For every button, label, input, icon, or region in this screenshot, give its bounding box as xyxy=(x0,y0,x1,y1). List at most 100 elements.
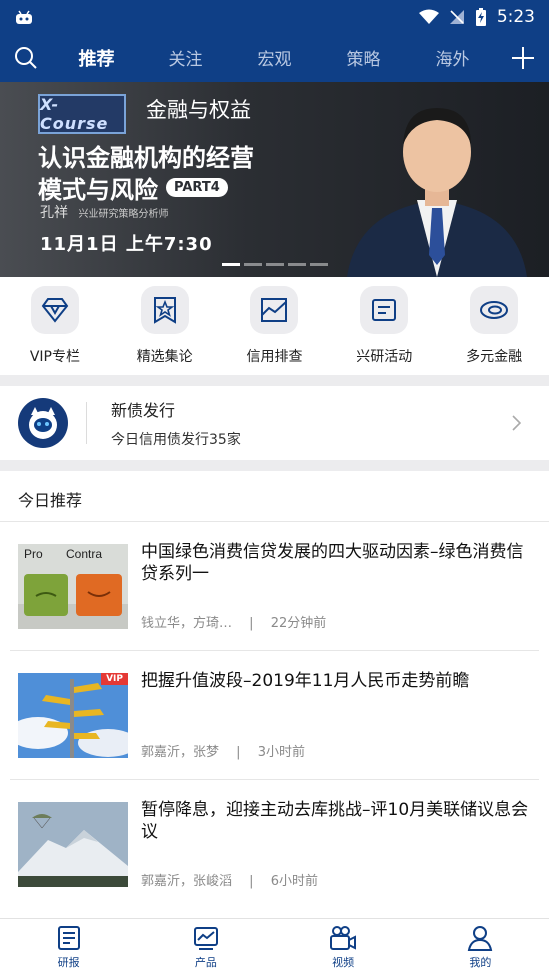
user-icon xyxy=(468,926,493,951)
promo-banner[interactable]: X-Course 金融与权益 认识金融机构的经营 模式与风险 PART4 孔祥 … xyxy=(0,82,549,277)
divider xyxy=(86,402,87,444)
article-meta: 钱立华，方琦… | 22分钟前 xyxy=(141,612,326,631)
banner-date: 11月1日 上午7:30 xyxy=(40,234,213,255)
article-title: 中国绿色消费信贷发展的四大驱动因素–绿色消费信贷系列一 xyxy=(141,542,524,584)
tab-strategy[interactable]: 策略 xyxy=(319,45,408,71)
tab-overseas[interactable]: 海外 xyxy=(408,45,497,71)
chevron-right-icon xyxy=(512,415,521,431)
meta-separator: | xyxy=(236,616,267,631)
bottom-tab-label: 我的 xyxy=(469,956,492,969)
quick-link-events[interactable]: 兴研活动 xyxy=(329,277,439,375)
speaker-name: 孔祥 xyxy=(40,205,68,221)
banner-title-line2: 模式与风险 PART4 xyxy=(38,170,228,205)
bottom-nav: 研报 产品 视频 我的 xyxy=(0,918,549,976)
swirl-icon xyxy=(480,301,509,319)
pro-contra-image: Pro Contra xyxy=(18,544,128,629)
part-badge: PART4 xyxy=(166,178,228,197)
tab-macro[interactable]: 宏观 xyxy=(230,45,319,71)
signpost-image xyxy=(18,673,128,758)
robot-mascot-avatar xyxy=(18,398,68,448)
meta-separator: | xyxy=(236,874,267,889)
document-icon-bg xyxy=(360,286,409,334)
bottom-tab-label: 视频 xyxy=(332,956,355,969)
status-bar: 5:23 xyxy=(0,0,549,33)
bottom-tab-products[interactable]: 产品 xyxy=(137,919,274,976)
section-divider xyxy=(0,375,549,386)
chart-icon-bg xyxy=(250,286,299,334)
section-title: 今日推荐 xyxy=(18,491,83,510)
thumb-label: Contra xyxy=(66,547,102,561)
plus-icon xyxy=(512,46,534,69)
search-button[interactable] xyxy=(0,33,52,82)
meta-separator: | xyxy=(223,745,254,760)
mascot-icon xyxy=(29,407,57,439)
diamond-icon xyxy=(41,298,69,323)
tab-follow[interactable]: 关注 xyxy=(141,45,230,71)
pagination-dot[interactable] xyxy=(288,263,306,266)
clock: 5:23 xyxy=(496,6,535,27)
bottom-tab-video[interactable]: 视频 xyxy=(275,919,412,976)
article-time: 22分钟前 xyxy=(270,616,327,631)
section-divider xyxy=(0,460,549,471)
add-channel-button[interactable] xyxy=(497,33,549,82)
video-icon xyxy=(330,926,357,950)
quick-link-finance[interactable]: 多元金融 xyxy=(439,277,549,375)
article-thumbnail: VIP xyxy=(18,673,128,758)
report-icon xyxy=(57,926,80,950)
article-card[interactable]: Pro Contra 中国绿色消费信贷发展的四大驱动因素–绿色消费信贷系列一 钱… xyxy=(0,522,549,651)
pagination-dot[interactable] xyxy=(222,263,240,266)
article-authors: 钱立华，方琦… xyxy=(141,616,233,631)
pagination-dot[interactable] xyxy=(310,263,328,266)
article-card[interactable]: 暂停降息，迎接主动去库挑战–评10月美联储议息会议 郭嘉沂，张峻滔 | 6小时前 xyxy=(0,780,549,909)
speaker-role: 兴业研究策略分析师 xyxy=(78,209,169,220)
quick-links: VIP专栏 精选集论 信用排查 兴研活动 多元金融 xyxy=(0,277,549,375)
banner-pagination xyxy=(222,263,328,266)
search-icon xyxy=(15,46,37,69)
battery-charging-icon xyxy=(475,7,486,26)
article-time: 3小时前 xyxy=(257,745,305,760)
wifi-icon xyxy=(418,9,439,24)
quick-link-vip[interactable]: VIP专栏 xyxy=(0,277,110,375)
swirl-icon-bg xyxy=(470,286,519,334)
article-authors: 郭嘉沂，张峻滔 xyxy=(141,874,233,889)
article-card[interactable]: VIP 把握升值波段–2019年11月人民币走势前瞻 郭嘉沂，张梦 | 3小时前 xyxy=(0,651,549,780)
diamond-icon-bg xyxy=(30,286,79,334)
quick-link-label: 多元金融 xyxy=(466,349,523,365)
tab-recommend[interactable]: 推荐 xyxy=(52,45,141,71)
banner-speaker: 孔祥 兴业研究策略分析师 xyxy=(40,202,168,222)
vip-badge: VIP xyxy=(101,673,128,685)
star-bookmark-icon xyxy=(153,297,176,324)
bond-issue-subtitle: 今日信用债发行35家 xyxy=(111,432,241,448)
speaker-photo xyxy=(347,108,527,277)
article-time: 6小时前 xyxy=(270,874,318,889)
pagination-dot[interactable] xyxy=(266,263,284,266)
bottom-tab-me[interactable]: 我的 xyxy=(412,919,549,976)
xcourse-logo: X-Course xyxy=(38,94,126,134)
thumb-label: Pro xyxy=(24,547,43,561)
bond-issue-card[interactable]: 新债发行 今日信用债发行35家 xyxy=(0,386,549,460)
pagination-dot[interactable] xyxy=(244,263,262,266)
article-title: 暂停降息，迎接主动去库挑战–评10月美联储议息会议 xyxy=(141,800,529,842)
quick-link-label: 信用排查 xyxy=(246,349,303,365)
quick-link-selected[interactable]: 精选集论 xyxy=(110,277,220,375)
product-chart-icon xyxy=(193,927,218,950)
bottom-tab-label: 研报 xyxy=(57,956,80,969)
channel-tabs: 推荐 关注 宏观 策略 海外 xyxy=(52,45,497,71)
chart-icon xyxy=(261,298,288,322)
no-signal-icon xyxy=(449,9,464,24)
quick-link-label: VIP专栏 xyxy=(29,349,80,365)
bottom-tab-reports[interactable]: 研报 xyxy=(0,919,137,976)
banner-title-line1: 认识金融机构的经营 xyxy=(38,144,254,172)
article-title: 把握升值波段–2019年11月人民币走势前瞻 xyxy=(141,671,470,691)
quick-link-label: 精选集论 xyxy=(136,349,193,365)
quick-link-credit[interactable]: 信用排查 xyxy=(220,277,330,375)
bookmark-icon-bg xyxy=(140,286,189,334)
banner-series: 金融与权益 xyxy=(146,98,251,122)
article-meta: 郭嘉沂，张峻滔 | 6小时前 xyxy=(141,870,318,889)
banner-title-line2-text: 模式与风险 xyxy=(38,176,158,204)
article-thumbnail xyxy=(18,802,128,887)
bond-issue-title: 新债发行 xyxy=(111,401,176,420)
android-robot-icon xyxy=(16,10,32,24)
mountain-parachute-image xyxy=(18,802,128,887)
top-nav: 推荐 关注 宏观 策略 海外 xyxy=(0,33,549,82)
